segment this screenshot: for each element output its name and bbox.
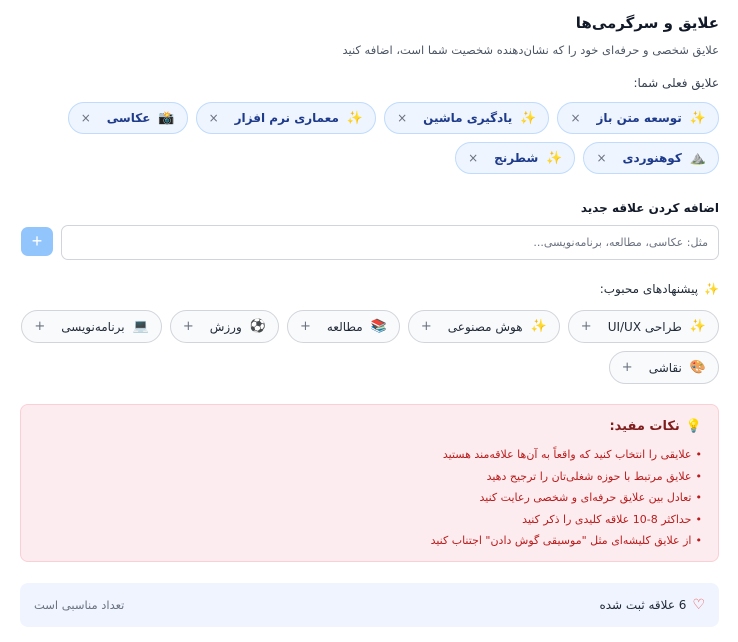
suggestion-chip-label: نقاشی bbox=[648, 360, 682, 375]
suggestion-chip[interactable]: 📚 مطالعه + bbox=[286, 310, 400, 343]
sparkle-icon: ✨ bbox=[704, 282, 719, 296]
interest-chip: ✨ توسعه متن باز × bbox=[557, 102, 719, 134]
current-interests-label: علایق فعلی شما: bbox=[633, 76, 720, 90]
tip-item: حداکثر 8-10 علاقه کلیدی را ذکر کنید bbox=[37, 509, 702, 531]
tip-item: از علایق کلیشه‌ای مثل "موسیقی گوش دادن" … bbox=[37, 530, 702, 552]
status-note: تعداد مناسبی است bbox=[34, 598, 125, 612]
add-interest-input[interactable] bbox=[61, 225, 719, 260]
interests-page: علایق و سرگرمی‌ها علایق شخصی و حرفه‌ای خ… bbox=[0, 0, 738, 642]
add-suggestion-icon[interactable]: + bbox=[34, 319, 45, 334]
suggestion-chip[interactable]: 💻 برنامه‌نویسی + bbox=[21, 310, 162, 343]
suggestions-header: ✨ پیشنهادهای محبوب: bbox=[600, 282, 719, 296]
interest-chip-label: معماری نرم افزار bbox=[234, 111, 339, 125]
interest-emoji-icon: ✨ bbox=[546, 150, 563, 166]
suggestion-chip[interactable]: ✨ طراحی UI/UX + bbox=[567, 310, 719, 343]
add-interest-button[interactable]: + bbox=[21, 227, 53, 256]
interest-chip: ✨ شطرنج × bbox=[455, 142, 576, 174]
interest-chip-label: یادگیری ماشین bbox=[423, 111, 513, 125]
interest-emoji-icon: ✨ bbox=[520, 110, 537, 126]
suggestions-list: ✨ طراحی UI/UX + ✨ هوش مصنوعی + 📚 مطالعه + ⚽ ورزش + 💻… bbox=[19, 310, 719, 384]
heart-icon: ♡ bbox=[692, 597, 705, 613]
suggestion-chip-label: برنامه‌نویسی bbox=[61, 319, 125, 334]
suggestion-emoji-icon: 📚 bbox=[370, 319, 387, 334]
remove-interest-icon[interactable]: × bbox=[570, 111, 580, 125]
tip-item: تعادل بین علایق حرفه‌ای و شخصی رعایت کنی… bbox=[37, 487, 702, 509]
add-suggestion-icon[interactable]: + bbox=[421, 319, 432, 334]
interest-chip: ⛰️ کوهنوردی × bbox=[583, 142, 719, 174]
add-interest-row: + bbox=[21, 225, 719, 260]
interest-emoji-icon: ✨ bbox=[689, 110, 706, 126]
add-suggestion-icon[interactable]: + bbox=[300, 319, 311, 334]
suggestion-chip-label: مطالعه bbox=[326, 319, 363, 334]
tip-item: علایق مرتبط با حوزه شغلی‌تان را ترجیح ده… bbox=[37, 466, 702, 488]
interest-chip-label: عکاسی bbox=[106, 111, 151, 125]
lightbulb-icon: 💡 bbox=[685, 419, 702, 434]
add-interest-label: اضافه کردن علاقه جدید bbox=[580, 201, 719, 215]
interest-chip: 📸 عکاسی × bbox=[67, 102, 188, 134]
suggestion-emoji-icon: 💻 bbox=[132, 319, 149, 334]
interest-emoji-icon: 📸 bbox=[158, 110, 175, 126]
suggestion-chip-label: هوش مصنوعی bbox=[447, 319, 523, 334]
interest-chip-label: کوهنوردی bbox=[622, 151, 682, 165]
suggestion-chip-label: ورزش bbox=[209, 319, 242, 334]
page-title: علایق و سرگرمی‌ها bbox=[575, 14, 719, 32]
interest-chip-label: شطرنج bbox=[494, 151, 539, 165]
current-interests-list: ✨ توسعه متن باز × ✨ یادگیری ماشین × ✨ معماری نر… bbox=[19, 102, 719, 174]
remove-interest-icon[interactable]: × bbox=[209, 111, 219, 125]
interest-count: ♡ 6 علاقه ثبت شده bbox=[599, 597, 705, 613]
tips-list: علایقی را انتخاب کنید که واقعاً به آن‌ها… bbox=[37, 444, 702, 552]
suggestion-chip-label: طراحی UI/UX bbox=[607, 319, 682, 334]
suggestions-label: پیشنهادهای محبوب: bbox=[599, 282, 699, 296]
suggestion-emoji-icon: 🎨 bbox=[689, 360, 706, 375]
tips-panel: 💡 نکات مفید: علایقی را انتخاب کنید که وا… bbox=[20, 404, 719, 562]
add-suggestion-icon[interactable]: + bbox=[581, 319, 592, 334]
suggestion-chip[interactable]: ✨ هوش مصنوعی + bbox=[407, 310, 560, 343]
remove-interest-icon[interactable]: × bbox=[468, 151, 478, 165]
suggestion-chip[interactable]: ⚽ ورزش + bbox=[169, 310, 279, 343]
interest-chip-label: توسعه متن باز bbox=[596, 111, 682, 125]
status-bar: ♡ 6 علاقه ثبت شده تعداد مناسبی است bbox=[20, 583, 719, 627]
page-subtitle: علایق شخصی و حرفه‌ای خود را که نشان‌دهند… bbox=[342, 43, 719, 57]
add-suggestion-icon[interactable]: + bbox=[622, 360, 633, 375]
interest-emoji-icon: ⛰️ bbox=[689, 150, 706, 166]
interest-emoji-icon: ✨ bbox=[346, 110, 364, 126]
interest-count-text: 6 علاقه ثبت شده bbox=[599, 598, 687, 612]
suggestion-emoji-icon: ✨ bbox=[530, 319, 547, 334]
suggestion-emoji-icon: ⚽ bbox=[249, 319, 266, 334]
tips-title: نکات مفید: bbox=[609, 419, 680, 434]
remove-interest-icon[interactable]: × bbox=[596, 151, 606, 165]
interest-chip: ✨ معماری نرم افزار × bbox=[195, 102, 377, 134]
suggestion-chip[interactable]: 🎨 نقاشی + bbox=[608, 351, 719, 384]
remove-interest-icon[interactable]: × bbox=[397, 111, 407, 125]
interest-chip: ✨ یادگیری ماشین × bbox=[384, 102, 550, 134]
remove-interest-icon[interactable]: × bbox=[81, 111, 91, 125]
suggestion-emoji-icon: ✨ bbox=[689, 319, 706, 334]
tip-item: علایقی را انتخاب کنید که واقعاً به آن‌ها… bbox=[37, 444, 702, 466]
add-suggestion-icon[interactable]: + bbox=[183, 319, 194, 334]
tips-title-row: 💡 نکات مفید: bbox=[37, 419, 702, 434]
